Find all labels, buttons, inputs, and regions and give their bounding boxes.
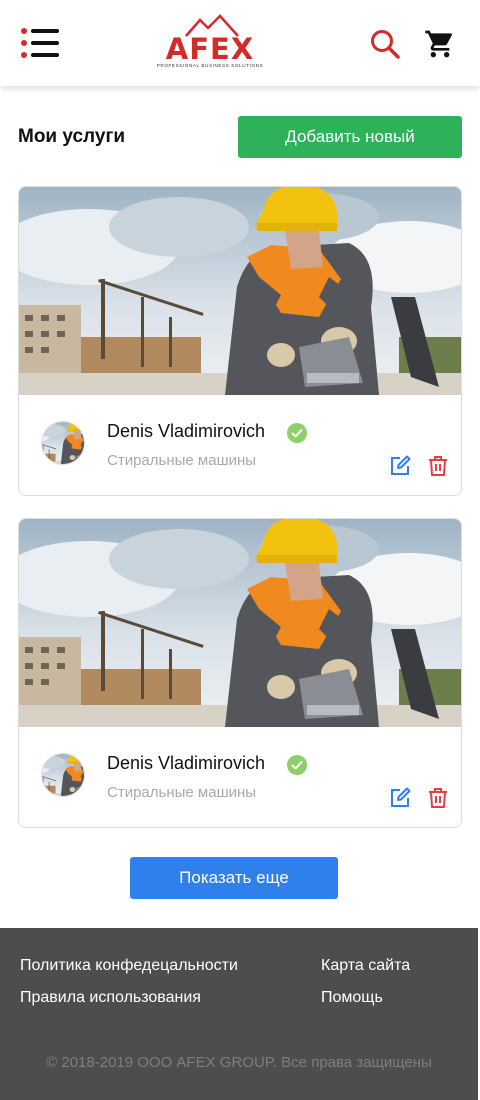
search-icon <box>371 30 400 59</box>
delete-button[interactable] <box>427 787 449 809</box>
delete-button[interactable] <box>427 455 449 477</box>
edit-button[interactable] <box>389 455 411 477</box>
footer-link-privacy[interactable]: Политика конфедецальности <box>20 957 238 975</box>
copyright-text: © 2018-2019 ООО AFEX GROUP. Все права за… <box>46 1054 432 1071</box>
logo-tagline: PROFESSIONAL BUSINESS SOLUTIONS <box>156 63 264 68</box>
edit-icon <box>391 787 411 807</box>
search-button[interactable] <box>369 28 401 60</box>
edit-button[interactable] <box>389 787 411 809</box>
verified-check-icon <box>287 755 307 775</box>
trash-icon <box>429 456 447 476</box>
service-card[interactable]: Denis Vladimirovich Стиральные машины <box>18 518 462 828</box>
afex-logo[interactable]: AFEX PROFESSIONAL BUSINESS SOLUTIONS <box>148 14 272 72</box>
cart-button[interactable] <box>424 28 456 60</box>
footer-link-terms[interactable]: Правила использования <box>20 989 201 1007</box>
menu-button[interactable] <box>20 26 62 60</box>
app-header: AFEX PROFESSIONAL BUSINESS SOLUTIONS <box>0 0 480 86</box>
service-card[interactable]: Denis Vladimirovich Стиральные машины <box>18 186 462 496</box>
show-more-button[interactable]: Показать еще <box>130 857 338 899</box>
edit-icon <box>391 455 411 475</box>
avatar <box>41 753 85 797</box>
footer: Политика конфедецальности Карта сайта Пр… <box>0 928 478 1100</box>
menu-icon <box>21 28 59 58</box>
trash-icon <box>429 788 447 808</box>
footer-link-help[interactable]: Помощь <box>321 989 383 1007</box>
provider-name: Denis Vladimirovich <box>107 753 266 773</box>
avatar <box>41 421 85 465</box>
cart-icon <box>425 30 453 58</box>
service-category: Стиральные машины <box>107 452 257 469</box>
logo-text: AFEX <box>165 32 255 66</box>
add-new-button[interactable]: Добавить новый <box>238 116 462 158</box>
verified-check-icon <box>287 423 307 443</box>
footer-link-sitemap[interactable]: Карта сайта <box>321 957 410 975</box>
provider-name: Denis Vladimirovich <box>107 421 266 441</box>
page-title: Мои услуги <box>18 126 126 147</box>
service-photo <box>19 519 462 727</box>
service-photo <box>19 187 462 395</box>
service-category: Стиральные машины <box>107 784 257 801</box>
